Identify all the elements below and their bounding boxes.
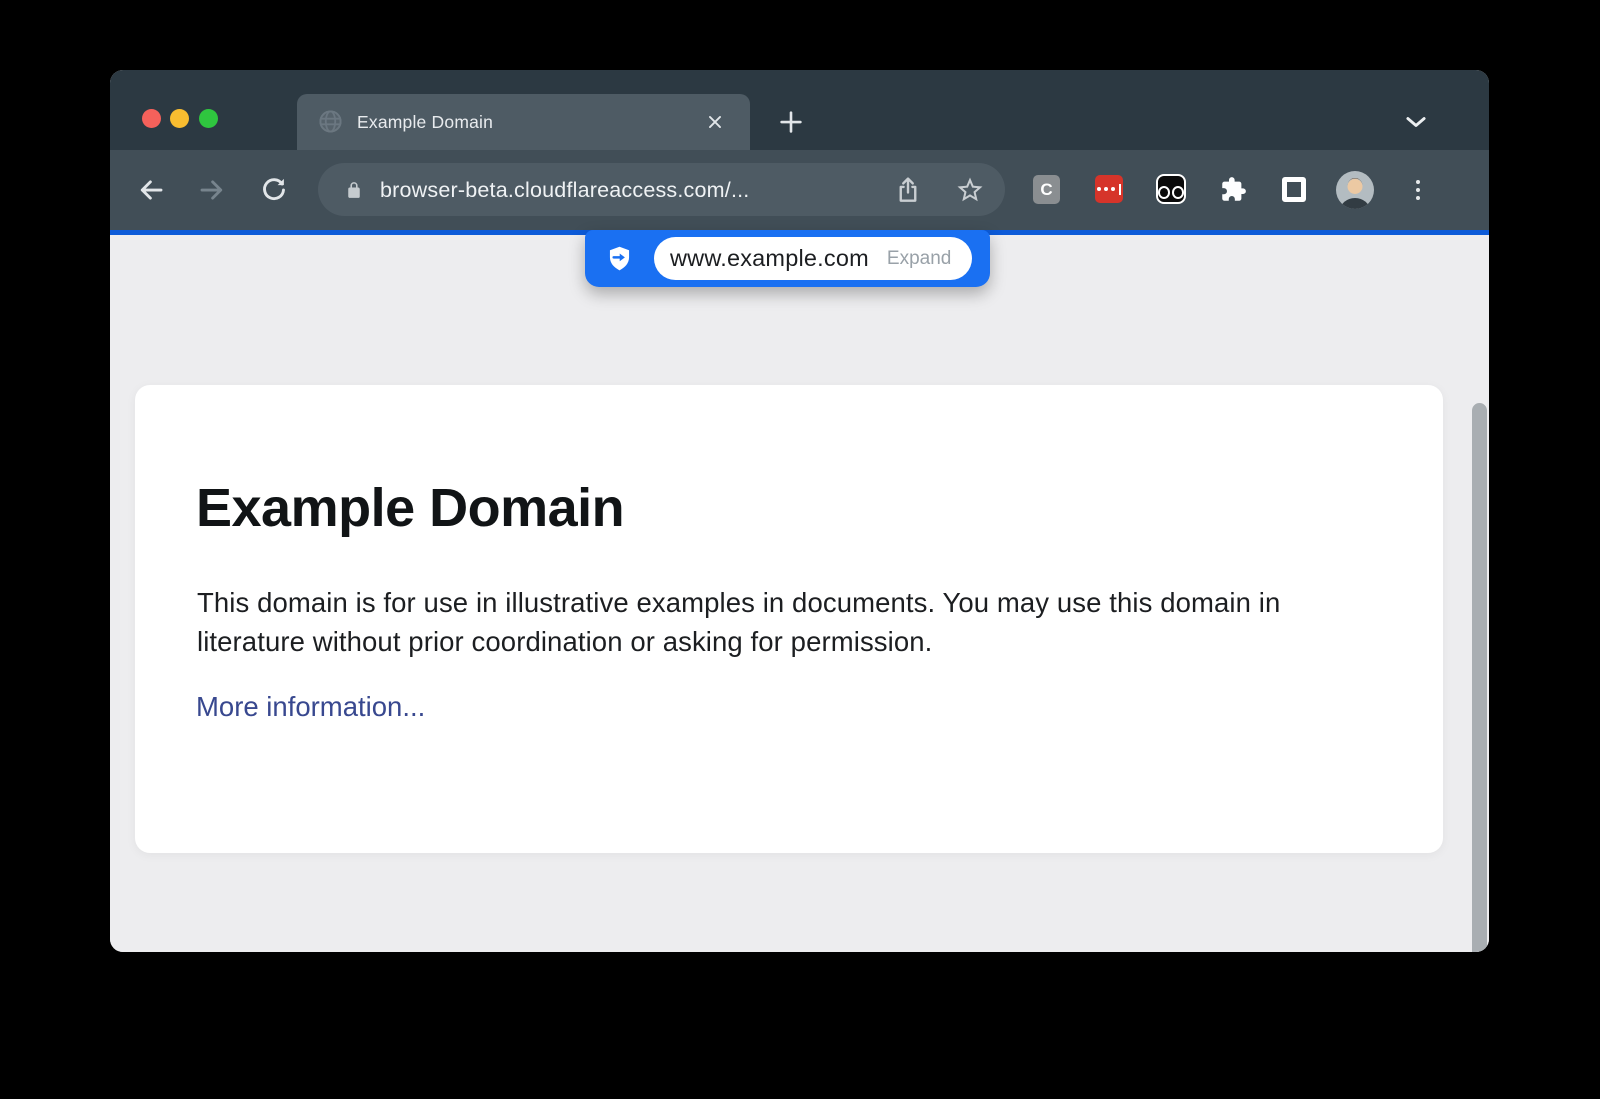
tab-example-domain[interactable]: Example Domain [297,94,750,150]
globe-icon [317,108,344,135]
url-bar[interactable]: browser-beta.cloudflareaccess.com/... [318,163,1005,216]
more-information-link[interactable]: More information... [196,691,425,723]
isolation-banner: www.example.com Expand [585,230,990,287]
profile-avatar[interactable] [1336,171,1374,209]
goggles-icon [1158,186,1170,199]
reload-icon[interactable] [259,175,289,205]
tab-search-chevron-icon[interactable] [1402,110,1430,134]
back-arrow-icon[interactable] [136,175,166,205]
red-dots-icon [1097,187,1102,192]
puzzle-extensions-icon[interactable] [1220,176,1247,203]
lock-icon[interactable] [344,179,364,201]
share-icon[interactable] [893,175,923,205]
page-title: Example Domain [196,477,1383,539]
page-paragraph: This domain is for use in illustrative e… [197,583,1357,661]
url-text: browser-beta.cloudflareaccess.com/... [380,163,749,216]
extension-red-dots-button[interactable] [1095,175,1123,203]
isolated-site-pill[interactable]: www.example.com Expand [654,237,972,280]
desktop-background: Example Domain [0,0,1600,1099]
content-card: Example Domain This domain is for use in… [135,385,1443,853]
navigation-toolbar: browser-beta.cloudflareaccess.com/... C [110,150,1489,230]
side-panel-icon[interactable] [1282,177,1306,202]
titlebar: Example Domain [110,70,1489,150]
window-zoom-button[interactable] [199,109,218,128]
isolated-hostname: www.example.com [670,245,869,272]
page-viewport: Example Domain This domain is for use in… [110,235,1489,952]
forward-arrow-icon[interactable] [197,175,227,205]
extension-goggles-button[interactable] [1156,174,1186,204]
window-minimize-button[interactable] [170,109,189,128]
vertical-scrollbar[interactable] [1472,403,1487,952]
bookmark-star-icon[interactable] [955,175,985,205]
expand-button[interactable]: Expand [887,248,951,270]
extension-c-button[interactable]: C [1033,175,1060,204]
shield-arrow-icon [606,245,633,272]
browser-window: Example Domain [110,70,1489,952]
tab-title: Example Domain [357,94,493,150]
three-dot-menu-icon[interactable] [1410,175,1426,205]
window-close-button[interactable] [142,109,161,128]
new-tab-plus-icon[interactable] [776,107,806,137]
tab-close-icon[interactable] [704,111,726,133]
